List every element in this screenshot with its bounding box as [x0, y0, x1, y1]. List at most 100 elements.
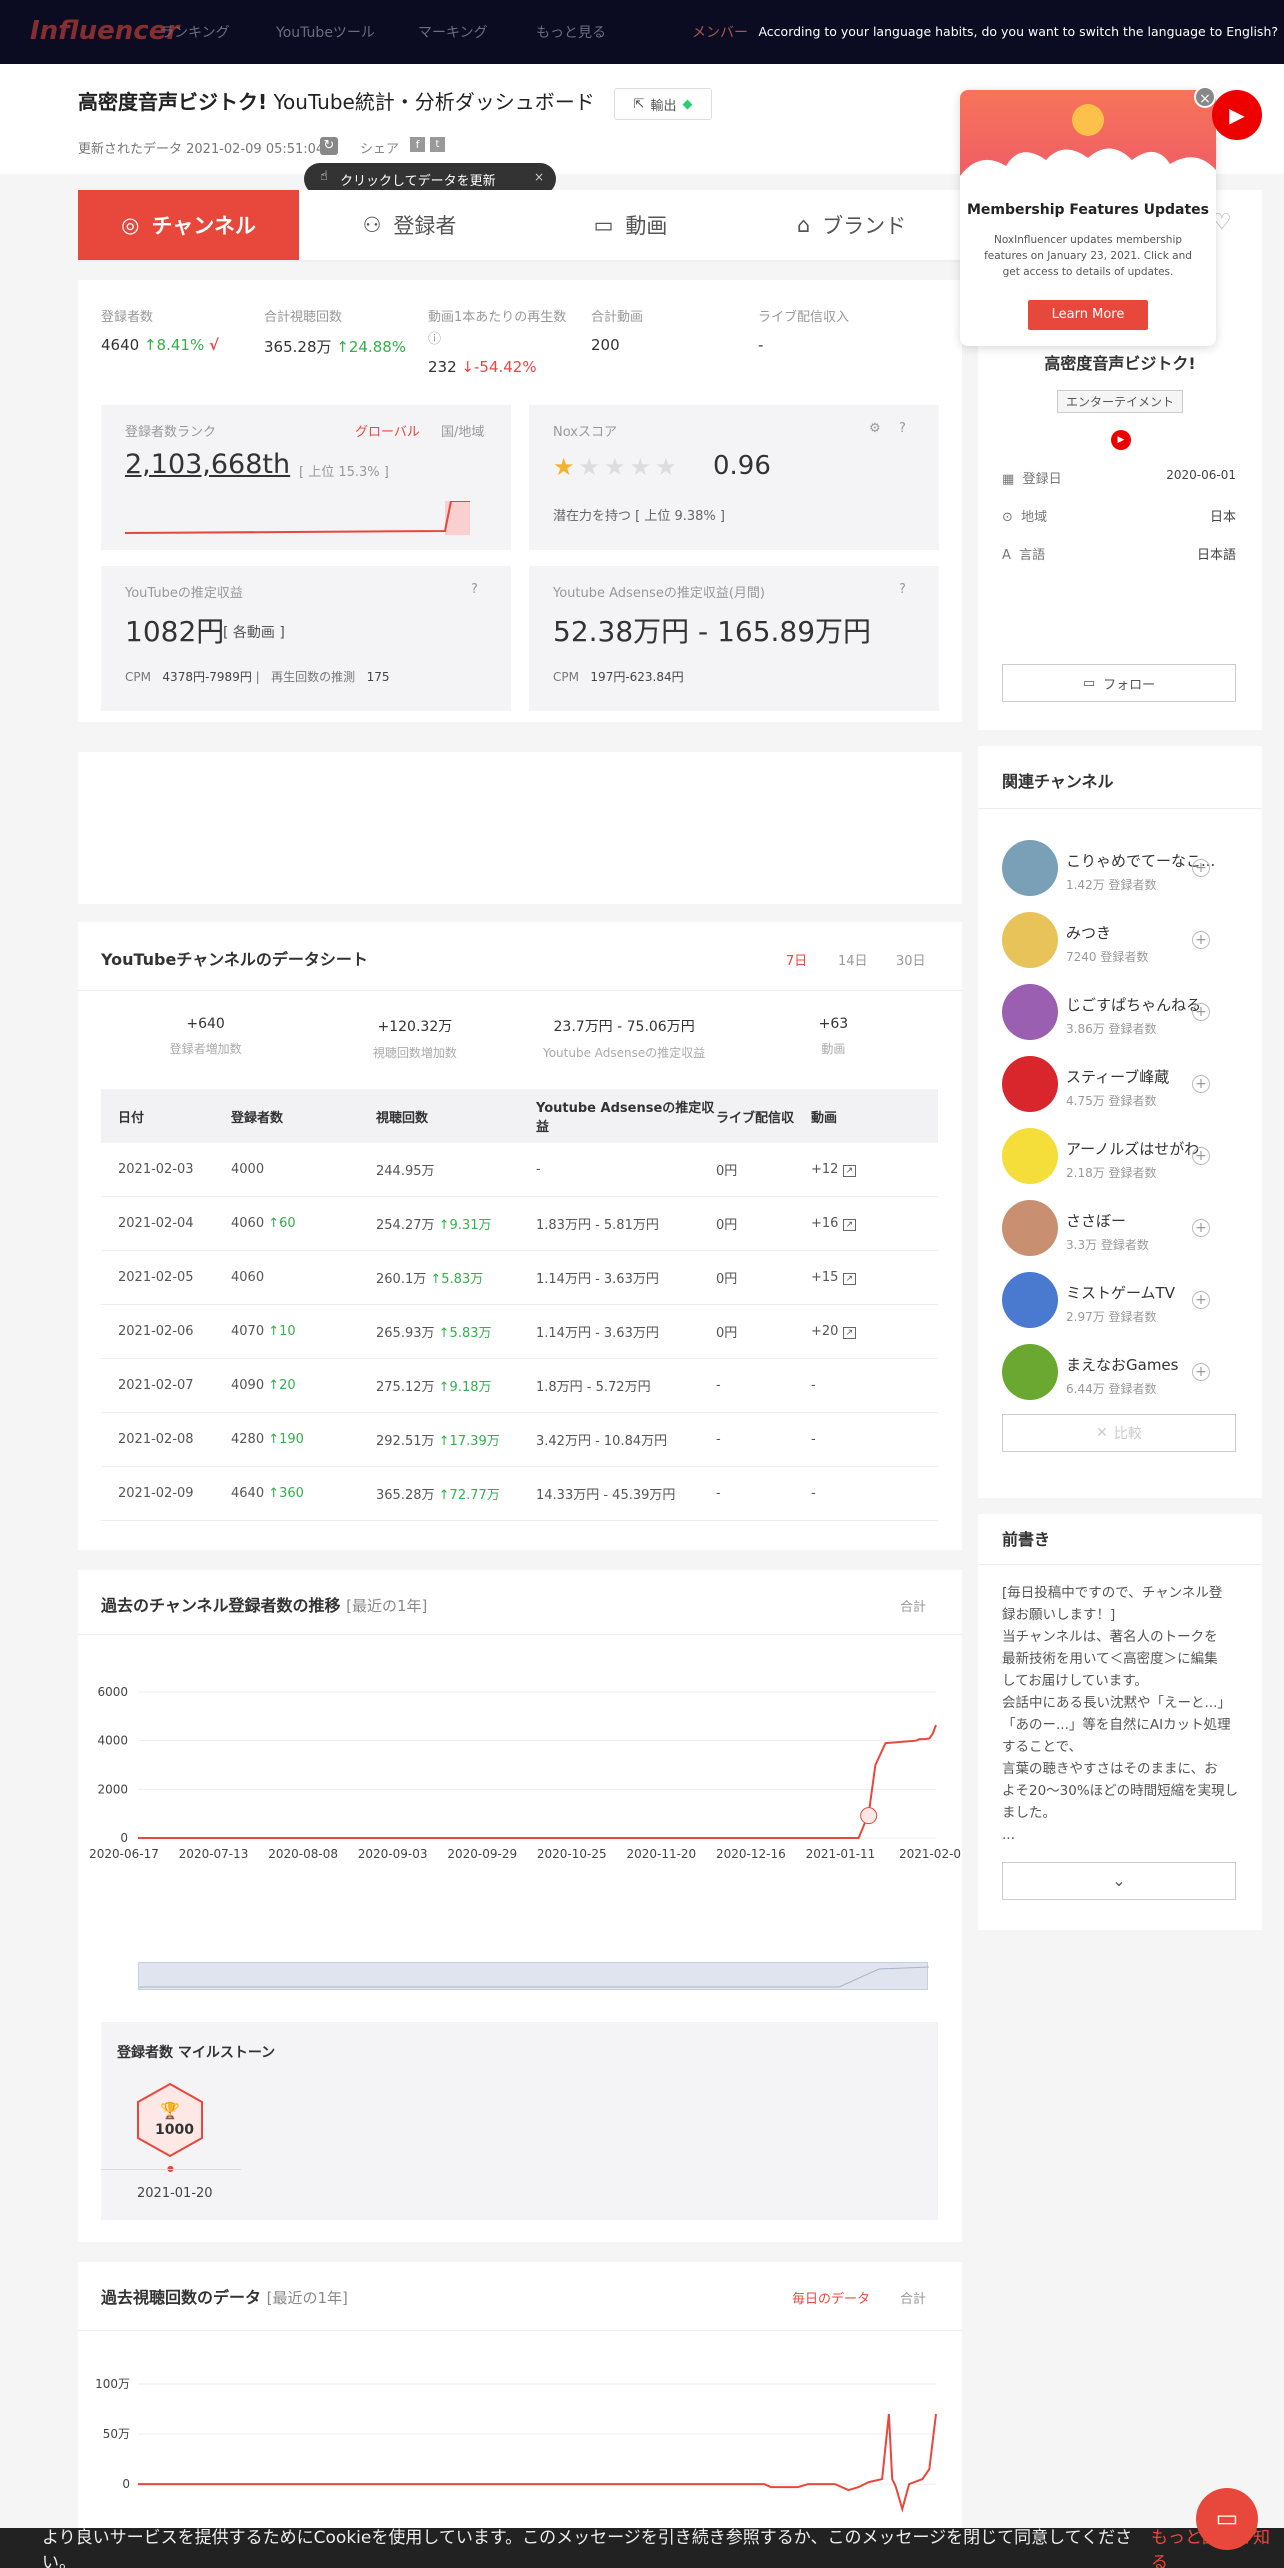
video-link-icon[interactable]: ↗: [842, 1273, 857, 1285]
table-row: 2021-02-05 4060 260.1万 ↑5.83万 1.14万円 - 3.63…: [101, 1251, 938, 1305]
range-7d[interactable]: 7日: [786, 950, 807, 969]
related-channel-item[interactable]: アーノルズはせがわ 2.18万 登録者数 +: [978, 1120, 1238, 1192]
zoom-slider[interactable]: [138, 1962, 930, 1990]
globe-icon: ◎: [121, 213, 140, 237]
avatar: [1002, 1128, 1058, 1184]
youtube-icon[interactable]: ▶: [1111, 430, 1131, 450]
live-label: ライブ配信収入: [758, 310, 850, 325]
datasheet-title: YouTubeチャンネルのデータシート: [101, 950, 368, 969]
follow-button[interactable]: ▭ フォロー: [1002, 664, 1236, 702]
star-icon: ★: [578, 453, 605, 481]
datasheet-table: 日付 登録者数 視聴回数 Youtube Adsenseの推定収益 ライブ配信収 動画 20…: [101, 1089, 938, 1521]
tab-subscribers[interactable]: ⚇ 登録者: [299, 190, 520, 262]
nav-ranking[interactable]: ランキング: [160, 22, 230, 42]
nav-marking[interactable]: マーキング: [418, 22, 488, 42]
add-icon[interactable]: +: [1192, 1075, 1210, 1093]
table-row: 2021-02-03 4000 244.95万 -0円 +12 ↗: [101, 1143, 938, 1197]
popup-close-icon[interactable]: ×: [1194, 86, 1216, 108]
video-link-icon[interactable]: ↗: [842, 1327, 857, 1339]
video-link-icon[interactable]: ↗: [842, 1165, 857, 1177]
table-header: 日付 登録者数 視聴回数 Youtube Adsenseの推定収益 ライブ配信収 動画: [101, 1089, 938, 1143]
category-badge: エンターテイメント: [1057, 390, 1184, 413]
refresh-icon[interactable]: ↻: [320, 137, 338, 155]
avatar: [1002, 1200, 1058, 1256]
add-icon[interactable]: +: [1192, 1219, 1210, 1237]
y-tick-label: 2000: [97, 1782, 128, 1796]
summary-item: +63 動画: [818, 1016, 849, 1056]
subs-chart-title: 過去のチャンネル登録者数の推移 [最近の1年]: [101, 1596, 428, 1615]
add-icon[interactable]: +: [1192, 1363, 1210, 1381]
add-icon[interactable]: +: [1192, 859, 1210, 877]
related-channel-item[interactable]: みつき 7240 登録者数 +: [978, 904, 1238, 976]
y-tick-label: 100万: [95, 2377, 130, 2391]
add-icon[interactable]: +: [1192, 1291, 1210, 1309]
settings-icon[interactable]: ⚙: [869, 421, 881, 436]
star-icon: ★: [629, 453, 656, 481]
rank-global-toggle[interactable]: グローバル: [355, 421, 420, 440]
y-tick-label: 4000: [97, 1734, 128, 1748]
top-nav: Influencer ランキング YouTubeツール マーキング もっと見る …: [0, 0, 1284, 64]
views-total-toggle[interactable]: 合計: [900, 2288, 926, 2307]
views-daily-toggle[interactable]: 毎日のデータ: [792, 2288, 870, 2307]
preface-line: ました。: [1002, 1805, 1056, 1821]
related-channel-item[interactable]: こりゃめでてーなこ... 1.42万 登録者数 +: [978, 832, 1238, 904]
help-icon[interactable]: ?: [899, 421, 906, 436]
avatar: [1002, 984, 1058, 1040]
rank-sparkline: [125, 501, 470, 535]
tab-videos[interactable]: ▭ 動画: [520, 190, 741, 262]
tab-brand[interactable]: ⌂ ブランド: [741, 190, 962, 262]
range-14d[interactable]: 14日: [838, 950, 868, 969]
compare-icon: ✕: [1096, 1425, 1108, 1441]
export-button[interactable]: ⇱ 輸出 ◆: [614, 88, 712, 120]
language-switch-prompt[interactable]: According to your language habits, do yo…: [758, 24, 1278, 39]
milestone-value: 1000: [155, 2122, 194, 2138]
preface-title: 前書き: [1002, 1530, 1051, 1549]
related-channel-item[interactable]: ミストゲームTV 2.97万 登録者数 +: [978, 1264, 1238, 1336]
add-icon[interactable]: +: [1192, 931, 1210, 949]
nav-youtube-tools[interactable]: YouTubeツール: [276, 22, 375, 42]
live-value: -: [758, 336, 764, 354]
table-row: 2021-02-06 4070 ↑10 265.93万 ↑5.83万 1.14万円 -…: [101, 1305, 938, 1359]
nav-member[interactable]: メンバー: [692, 22, 748, 42]
add-icon[interactable]: +: [1192, 1003, 1210, 1021]
help-icon[interactable]: ?: [899, 582, 906, 597]
star-icon: ★: [553, 453, 579, 481]
videos-label: 合計動画: [591, 310, 644, 325]
related-channel-item[interactable]: ささぼー 3.3万 登録者数 +: [978, 1192, 1238, 1264]
tab-channel[interactable]: ◎ チャンネル: [78, 190, 299, 262]
add-icon[interactable]: +: [1192, 1147, 1210, 1165]
close-icon[interactable]: ×: [534, 170, 544, 184]
datasheet-summary: +640 登録者増加数 +120.32万 視聴回数増加数 23.7万円 - 75.06万…: [101, 1016, 938, 1066]
ad-placeholder: [78, 752, 962, 904]
views-series-line: [138, 2413, 937, 2513]
summary-item: 23.7万円 - 75.06万円 Youtube Adsenseの推定収益: [542, 1019, 706, 1060]
rank-box: 登録者数ランク グローバル 国/地域 2,103,668th [ 上位 15.3…: [101, 405, 511, 550]
range-30d[interactable]: 30日: [896, 950, 926, 969]
chat-icon[interactable]: ▭: [1196, 2488, 1258, 2550]
twitter-icon[interactable]: t: [430, 137, 445, 152]
related-channel-item[interactable]: スティーブ峰蔵 4.75万 登録者数 +: [978, 1048, 1238, 1120]
y-tick-label: 0: [120, 1831, 128, 1845]
logo[interactable]: Influencer: [30, 16, 179, 46]
nav-more[interactable]: もっと見る: [536, 22, 606, 42]
help-icon[interactable]: ?: [471, 582, 478, 597]
nox-score: 0.96: [713, 451, 771, 481]
preface-line: 当チャンネルは、著名人のトークを: [1002, 1629, 1218, 1645]
rank-country-toggle[interactable]: 国/地域: [441, 421, 484, 440]
help-icon[interactable]: ⓘ: [428, 328, 441, 347]
learn-more-button[interactable]: Learn More: [1028, 300, 1148, 330]
facebook-icon[interactable]: f: [410, 137, 425, 152]
subs-total-toggle[interactable]: 合計: [900, 1596, 926, 1615]
youtube-outline-icon: ▭: [1082, 675, 1096, 691]
preface-line: してお届けしています。: [1002, 1673, 1148, 1689]
views-value: 365.28万 ↑24.88%: [264, 338, 407, 356]
video-link-icon[interactable]: ↗: [842, 1219, 857, 1231]
x-tick-label: 2021-01-11: [806, 1847, 876, 1861]
table-row: 2021-02-09 4640 ↑360 365.28万 ↑72.77万 14.33万…: [101, 1467, 938, 1521]
related-channel-item[interactable]: じごすぱちゃんねる 3.86万 登録者数 +: [978, 976, 1238, 1048]
preface-line: ...: [1002, 1827, 1015, 1843]
related-channel-item[interactable]: まえなおGames 6.44万 登録者数 +: [978, 1336, 1238, 1408]
compare-button[interactable]: ✕ 比較: [1002, 1414, 1236, 1452]
expand-chevron-icon[interactable]: ⌄: [1002, 1862, 1236, 1900]
avg-views-label: 動画1本あたりの再生数: [428, 310, 567, 325]
